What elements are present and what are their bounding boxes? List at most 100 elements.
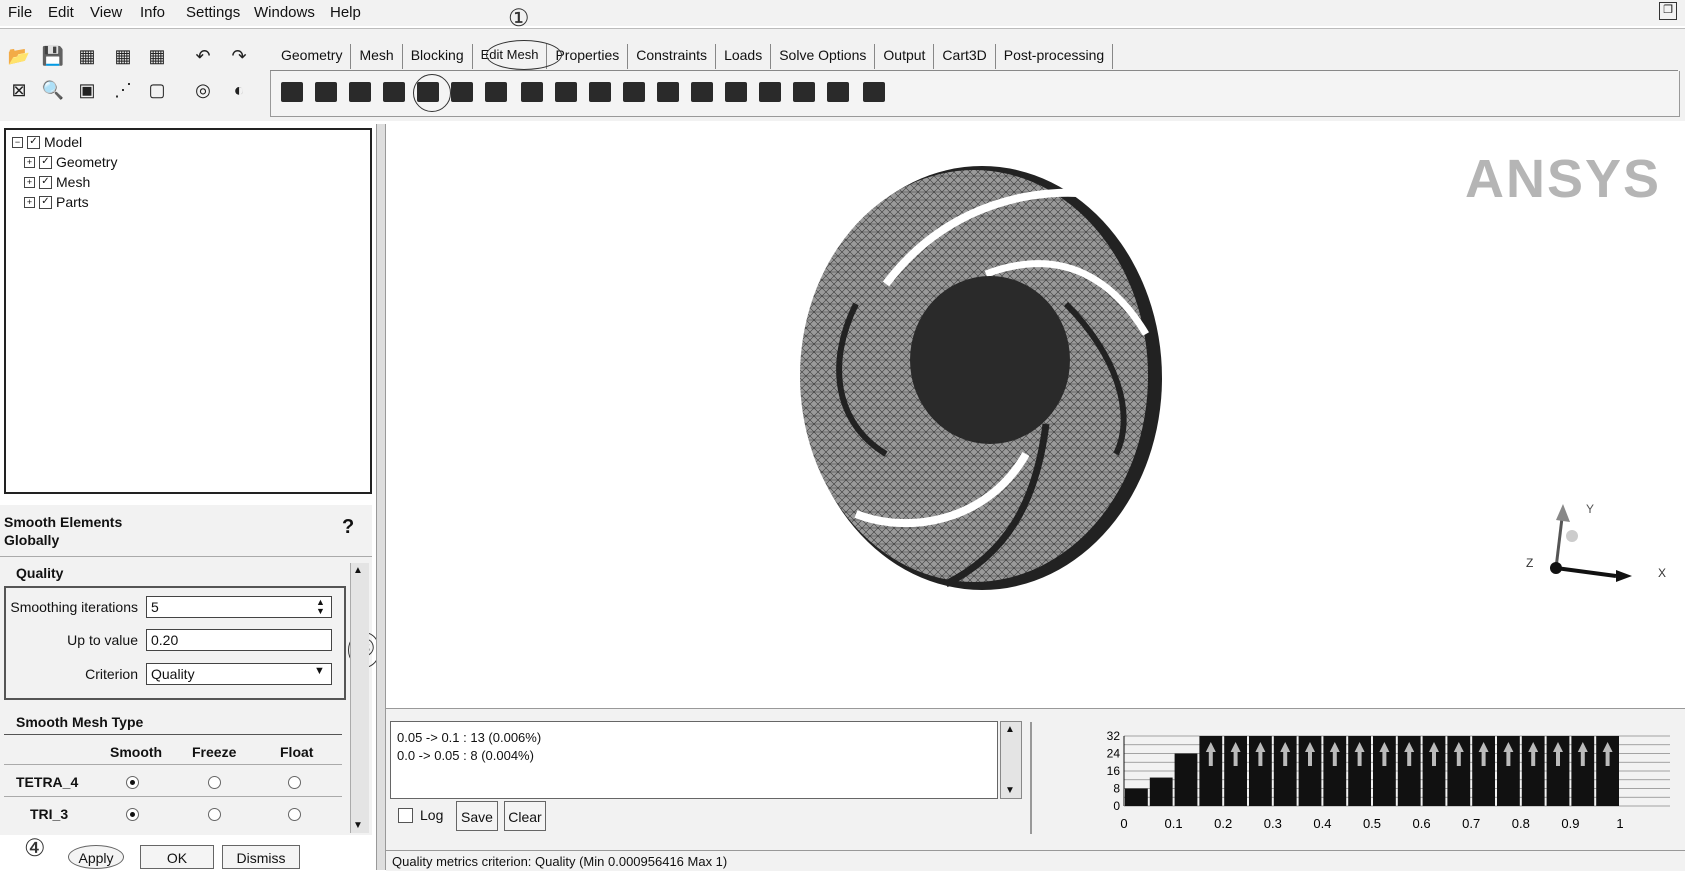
tab-mesh[interactable]: Mesh <box>351 44 403 69</box>
smooth-hexa-icon-glyph <box>383 82 405 102</box>
checkbox-icon[interactable]: ✓ <box>27 135 40 149</box>
smoothing-iterations-input[interactable]: 5 <box>146 596 332 618</box>
merge-nodes-icon[interactable] <box>448 78 476 106</box>
expand-icon[interactable]: + <box>24 196 35 208</box>
convert-mesh-icon[interactable] <box>586 78 614 106</box>
dismiss-button[interactable]: Dismiss <box>222 845 300 869</box>
dropdown-arrow-icon[interactable]: ▼ <box>314 665 325 677</box>
log-checkbox[interactable] <box>398 808 413 823</box>
checkbox-icon[interactable]: ✓ <box>39 195 52 209</box>
tetra4-float-radio[interactable] <box>288 776 301 789</box>
scroll-up-icon[interactable]: ▲ <box>1005 724 1015 735</box>
menu-info[interactable]: Info <box>140 4 165 21</box>
histogram-x-tick: 0.3 <box>1264 816 1282 831</box>
ok-button[interactable]: OK <box>140 845 214 869</box>
graphics-viewport[interactable]: Y X Z <box>386 124 1685 702</box>
renumber-icon[interactable] <box>654 78 682 106</box>
tree-item-parts[interactable]: + ✓ Parts <box>24 194 89 210</box>
menu-windows[interactable]: Windows <box>254 4 315 21</box>
move-nodes-icon[interactable] <box>518 78 546 106</box>
menu-view[interactable]: View <box>90 4 122 21</box>
save-icon[interactable]: 💾 <box>40 44 66 68</box>
panel-scrollbar[interactable]: ▲ ▼ <box>350 563 369 833</box>
col-smooth: Smooth <box>110 744 163 760</box>
split-mesh-icon[interactable] <box>482 78 510 106</box>
check-mesh-icon[interactable] <box>278 78 306 106</box>
tab-cart3d[interactable]: Cart3D <box>934 44 996 69</box>
transform-mesh-icon[interactable] <box>552 78 580 106</box>
checkbox-icon[interactable]: ✓ <box>39 155 52 169</box>
adjust-density-icon[interactable] <box>620 78 648 106</box>
axis-z-label: Z <box>1526 556 1534 570</box>
tab-constraints[interactable]: Constraints <box>628 44 717 69</box>
checkbox-icon[interactable]: ✓ <box>39 175 52 189</box>
quality-histogram[interactable]: 32 24 16 8 00 0.1 0.2 0.3 0.4 0.5 0.6 0.7 0.8 0.9 1 <box>1100 726 1676 846</box>
scroll-up-icon[interactable]: ▲ <box>353 565 363 576</box>
wireframe-icon[interactable]: ◎ <box>190 78 216 102</box>
save-button[interactable]: Save <box>456 801 498 831</box>
message-scrollbar[interactable]: ▲ ▼ <box>1000 721 1022 799</box>
expand-icon[interactable]: + <box>24 176 35 188</box>
tree-item-mesh[interactable]: + ✓ Mesh <box>24 174 90 190</box>
tab-post-processing[interactable]: Post-processing <box>996 44 1114 69</box>
redo-icon[interactable]: ↷ <box>226 44 252 68</box>
up-to-value-input[interactable]: 0.20 <box>146 629 332 651</box>
criterion-select[interactable]: Quality <box>146 663 332 685</box>
menu-bar: File Edit View Info Settings Windows Hel… <box>0 0 1685 26</box>
tab-loads[interactable]: Loads <box>716 44 772 69</box>
fit-window-icon[interactable]: ⊠ <box>6 78 32 102</box>
tree-item-label: Geometry <box>56 154 118 170</box>
smooth-mesh-icon[interactable] <box>346 78 374 106</box>
zoom-icon[interactable]: 🔍 <box>40 78 66 102</box>
ansys-logo: ANSYS <box>1465 149 1662 209</box>
tree-item-geometry[interactable]: + ✓ Geometry <box>24 154 117 170</box>
reorient-icon[interactable] <box>688 78 716 106</box>
panel-title-line1: Smooth Elements <box>4 514 123 530</box>
delete-elements-icon[interactable] <box>756 78 784 106</box>
tab-geometry[interactable]: Geometry <box>273 44 352 69</box>
renumber-icon-glyph <box>657 82 679 102</box>
convert-mesh-icon-glyph <box>589 82 611 102</box>
spinner-icon[interactable]: ▲ ▼ <box>316 598 325 616</box>
delete-nodes-icon[interactable] <box>722 78 750 106</box>
collapse-icon[interactable]: − <box>12 136 23 148</box>
save-mesh-icon[interactable]: ▦ <box>144 44 170 68</box>
edit-distributed-icon[interactable] <box>790 78 818 106</box>
tri3-float-radio[interactable] <box>288 808 301 821</box>
tetra4-smooth-radio[interactable] <box>126 776 139 789</box>
scroll-down-icon[interactable]: ▼ <box>353 820 363 831</box>
mesh-tools-icon[interactable] <box>860 78 888 106</box>
status-text: Quality metrics criterion: Quality (Min … <box>392 854 728 869</box>
refresh-icon[interactable]: ▢ <box>144 78 170 102</box>
tree-root[interactable]: − ✓ Model <box>12 134 82 150</box>
tab-blocking[interactable]: Blocking <box>403 44 473 69</box>
expand-icon[interactable]: + <box>24 156 35 168</box>
scroll-down-icon[interactable]: ▼ <box>1005 785 1015 796</box>
help-icon[interactable]: ? <box>342 516 362 540</box>
histogram-x-tick: 0.8 <box>1512 816 1530 831</box>
menu-help[interactable]: Help <box>330 4 361 21</box>
save-blocking-icon[interactable]: ▦ <box>110 44 136 68</box>
smooth-hexa-icon[interactable] <box>380 78 408 106</box>
panel-splitter[interactable] <box>376 124 386 870</box>
menu-settings[interactable]: Settings <box>186 4 240 21</box>
menu-file[interactable]: File <box>8 4 32 21</box>
tab-solve-options[interactable]: Solve Options <box>771 44 876 69</box>
measure-icon[interactable]: ▣ <box>74 78 100 102</box>
clear-button[interactable]: Clear <box>504 801 546 831</box>
apply-button[interactable]: Apply <box>68 845 124 869</box>
tetra4-freeze-radio[interactable] <box>208 776 221 789</box>
tri3-smooth-radio[interactable] <box>126 808 139 821</box>
undo-icon[interactable]: ↶ <box>190 44 216 68</box>
solid-icon[interactable]: ◐ <box>226 78 252 102</box>
measure-distance-icon[interactable]: ⋰ <box>110 78 136 102</box>
tab-output[interactable]: Output <box>875 44 935 69</box>
open-icon[interactable]: 📂 <box>6 44 32 68</box>
restore-window-icon[interactable]: ❐ <box>1659 2 1677 20</box>
save-geometry-icon[interactable]: ▦ <box>74 44 100 68</box>
tri3-freeze-radio[interactable] <box>208 808 221 821</box>
display-mesh-quality-icon[interactable] <box>312 78 340 106</box>
menu-edit[interactable]: Edit <box>48 4 74 21</box>
histogram-x-tick: 0.9 <box>1561 816 1579 831</box>
split-edges-icon[interactable] <box>824 78 852 106</box>
